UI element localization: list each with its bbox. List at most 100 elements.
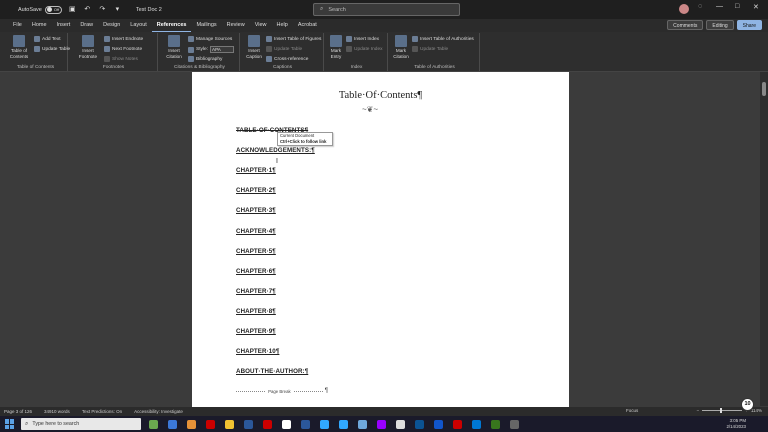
autosave-toggle[interactable]: Off xyxy=(44,5,62,14)
add-text-button[interactable]: Add Text xyxy=(34,36,61,42)
toc-entry-link[interactable]: ACKNOWLEDGEMENTS:¶ xyxy=(236,147,315,154)
tab-mailings[interactable]: Mailings xyxy=(191,19,221,32)
tab-home[interactable]: Home xyxy=(27,19,52,32)
folder-icon[interactable] xyxy=(225,419,234,429)
toc-entry-link[interactable]: CHAPTER·3¶ xyxy=(236,207,276,214)
toc-entry-link[interactable]: CHAPTER·8¶ xyxy=(236,308,276,315)
acrobat-icon[interactable] xyxy=(263,419,272,429)
style-select[interactable]: APA xyxy=(210,46,234,53)
cross-reference-button[interactable]: Cross-reference xyxy=(266,56,308,62)
tab-layout[interactable]: Layout xyxy=(125,19,152,32)
app-icon[interactable] xyxy=(434,419,443,429)
zoom-slider-knob[interactable] xyxy=(720,408,723,413)
update-figures-table-icon xyxy=(266,46,272,52)
tab-draw[interactable]: Draw xyxy=(75,19,98,32)
premiere-icon[interactable] xyxy=(339,419,348,429)
app-icon[interactable] xyxy=(472,419,481,429)
page-count[interactable]: Page 3 of 126 xyxy=(4,409,32,414)
insert-endnote-button[interactable]: Insert Endnote xyxy=(104,36,143,42)
tab-review[interactable]: Review xyxy=(222,19,250,32)
tab-design[interactable]: Design xyxy=(98,19,125,32)
table-of-contents-button[interactable]: Table of Contents xyxy=(6,35,32,59)
widgets-icon[interactable] xyxy=(149,419,158,429)
tab-file[interactable]: File xyxy=(8,19,27,32)
toc-entry-link[interactable]: CHAPTER·2¶ xyxy=(236,187,276,194)
notepad-icon[interactable] xyxy=(282,419,291,429)
bibliography-button[interactable]: Bibliography xyxy=(188,56,222,62)
customize-toolbar-icon[interactable]: ▾ xyxy=(113,5,122,14)
app-icon[interactable] xyxy=(510,419,519,429)
cross-reference-icon xyxy=(266,56,272,62)
word-icon[interactable] xyxy=(244,419,253,429)
app-icon[interactable] xyxy=(396,419,405,429)
insert-citation-button[interactable]: Insert Citation xyxy=(162,35,186,59)
tab-references[interactable]: References xyxy=(151,19,192,32)
insert-index-button[interactable]: Insert Index xyxy=(346,36,379,42)
insert-footnote-button[interactable]: Insert Footnote xyxy=(76,35,100,59)
insert-table-of-figures-button[interactable]: Insert Table of Figures xyxy=(266,36,321,42)
update-authorities-table-button[interactable]: Update Table xyxy=(412,46,448,52)
accessibility-status[interactable]: Accessibility: Investigate xyxy=(134,409,183,414)
toc-entry-link[interactable]: CHAPTER·10¶ xyxy=(236,348,279,355)
taskbar-search[interactable]: ⌕ Type here to search xyxy=(21,418,141,430)
tab-insert[interactable]: Insert xyxy=(52,19,76,32)
zoom-out-icon[interactable]: − xyxy=(697,408,700,413)
insert-table-of-authorities-button[interactable]: Insert Table of Authorities xyxy=(412,36,474,42)
update-figures-table-button[interactable]: Update Table xyxy=(266,46,302,52)
undo-icon[interactable]: ↶ xyxy=(83,5,92,14)
chrome-icon[interactable] xyxy=(206,419,215,429)
toc-entry-link[interactable]: CHAPTER·5¶ xyxy=(236,248,276,255)
app-icon[interactable] xyxy=(415,419,424,429)
toc-entry-link[interactable]: CHAPTER·6¶ xyxy=(236,268,276,275)
edge-icon[interactable] xyxy=(168,419,177,429)
tab-help[interactable]: Help xyxy=(272,19,293,32)
document-page[interactable]: Table·Of·Contents¶ ~❦~ TABLE·OF·CONTENTS… xyxy=(192,72,569,407)
maximize-icon[interactable]: □ xyxy=(735,3,739,10)
zoom-slider[interactable] xyxy=(702,408,743,413)
editing-button[interactable]: Editing xyxy=(706,20,734,30)
app-icon[interactable] xyxy=(358,419,367,429)
tab-view[interactable]: View xyxy=(250,19,272,32)
update-table-button[interactable]: Update Table xyxy=(34,46,70,52)
search-box[interactable]: ⌕ Search xyxy=(313,3,460,16)
vertical-scrollbar[interactable] xyxy=(760,72,768,406)
share-button[interactable]: Share xyxy=(736,20,762,30)
lightbulb-icon[interactable]: ◌ xyxy=(698,3,702,10)
toc-entry-link[interactable]: CHAPTER·4¶ xyxy=(236,228,276,235)
photoshop-icon[interactable] xyxy=(320,419,329,429)
minimize-icon[interactable]: — xyxy=(716,3,723,10)
show-notes-button[interactable]: Show Notes xyxy=(104,56,138,62)
toc-entry-link[interactable]: CHAPTER·9¶ xyxy=(236,328,276,335)
app-icon[interactable] xyxy=(377,419,386,429)
redo-icon[interactable]: ↷ xyxy=(98,5,107,14)
toc-entry-link[interactable]: CHAPTER·7¶ xyxy=(236,288,276,295)
system-clock[interactable]: 3:05 PM 2/14/2023 xyxy=(726,418,746,430)
close-icon[interactable]: ✕ xyxy=(753,3,759,11)
zoom-level[interactable]: 114% xyxy=(751,408,762,413)
mark-entry-button[interactable]: Mark Entry xyxy=(328,35,344,59)
avatar[interactable] xyxy=(679,4,689,14)
save-icon[interactable]: ▣ xyxy=(68,5,77,14)
comments-button[interactable]: Comments xyxy=(667,20,704,30)
update-index-button[interactable]: Update Index xyxy=(346,46,383,52)
text-predictions[interactable]: Text Predictions: On xyxy=(82,409,122,414)
scrollbar-thumb[interactable] xyxy=(762,82,766,96)
status-bar: Page 3 of 126 34910 words Text Predictio… xyxy=(0,407,768,416)
document-title[interactable]: Test Doc 2 xyxy=(136,7,162,13)
next-footnote-button[interactable]: Next Footnote xyxy=(104,46,142,52)
focus-button[interactable]: Focus xyxy=(626,408,638,413)
tab-acrobat[interactable]: Acrobat xyxy=(293,19,322,32)
taskbar-search-placeholder: Type here to search xyxy=(32,421,80,427)
outlook-icon[interactable] xyxy=(301,419,310,429)
app-icon[interactable] xyxy=(453,419,462,429)
manage-sources-button[interactable]: Manage Sources xyxy=(188,36,232,42)
explorer-icon[interactable] xyxy=(187,419,196,429)
style-control[interactable]: Style: APA xyxy=(188,46,234,53)
mark-citation-button[interactable]: Mark Citation xyxy=(391,35,411,59)
toc-entry-link[interactable]: CHAPTER·1¶ xyxy=(236,167,276,174)
toc-entry-link[interactable]: ABOUT·THE·AUTHOR:¶ xyxy=(236,368,308,375)
word-count[interactable]: 34910 words xyxy=(44,409,70,414)
windows-start-icon[interactable] xyxy=(5,419,15,429)
app-icon[interactable] xyxy=(491,419,500,429)
insert-caption-button[interactable]: Insert Caption xyxy=(244,35,264,59)
